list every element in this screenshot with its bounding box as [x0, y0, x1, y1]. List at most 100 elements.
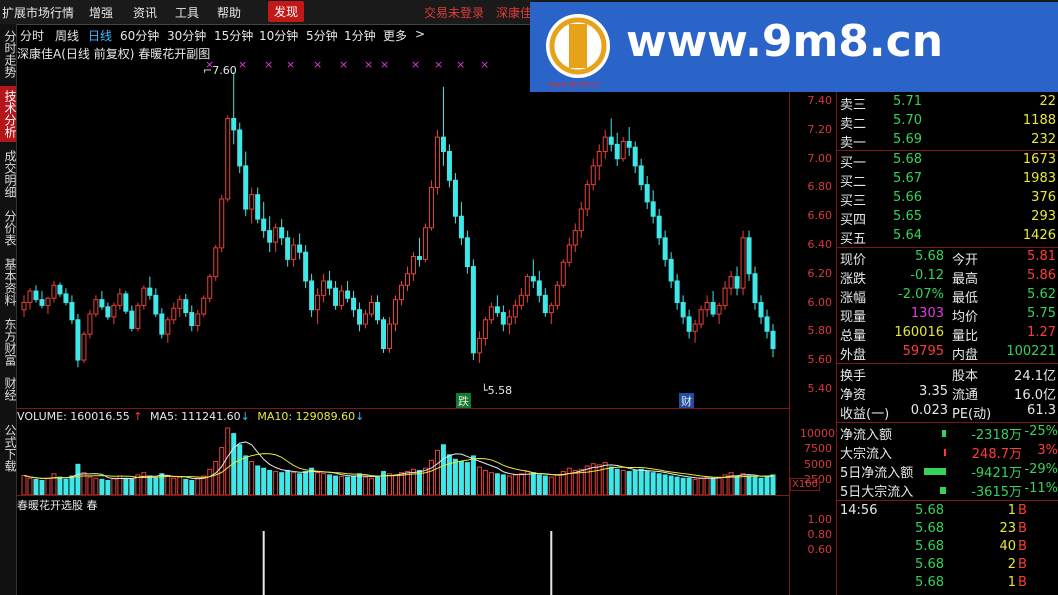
x-marker: × [264, 58, 274, 71]
volume-bar [680, 477, 686, 496]
volume-bar [27, 477, 33, 496]
candle [638, 158, 644, 191]
trade-login-status[interactable]: 交易未登录 [424, 4, 484, 21]
tab-finance[interactable]: 财经 [0, 374, 17, 404]
candle [572, 223, 578, 253]
candle [159, 308, 165, 339]
period-weekly[interactable]: 周线 [55, 27, 79, 44]
bid-volume: 1983 [1022, 171, 1056, 186]
panel-separator [836, 422, 1058, 423]
candle [165, 316, 171, 343]
tab-trade-detail[interactable]: 成交明细 [0, 146, 17, 202]
period-10min[interactable]: 10分钟 [259, 27, 298, 44]
period-next-arrow[interactable]: > [415, 27, 425, 41]
flow-row: 大宗流入 248.7万 3% [836, 443, 1058, 462]
fin-label: 换手 [840, 369, 867, 384]
volume-label: VOLUME: 160016.55 ↑ MA5: 111241.60↓ MA10… [17, 410, 365, 423]
menu-item-discover[interactable]: 发现 [268, 1, 305, 22]
period-15min[interactable]: 15分钟 [214, 27, 253, 44]
volume-bar [686, 477, 692, 496]
price-tick: 7.20 [807, 122, 833, 136]
stat-value-2: 5.86 [1027, 268, 1056, 283]
marker-die[interactable]: 跌 [456, 393, 471, 409]
volume-bar [99, 478, 105, 496]
candle [249, 187, 255, 224]
volume-bar [620, 469, 626, 496]
volume-bar [303, 471, 309, 496]
candle [183, 293, 189, 317]
volume-bar [363, 476, 369, 496]
bid-row: 买一 5.68 1673 [836, 152, 1058, 171]
candle [219, 194, 225, 253]
period-more[interactable]: 更多 [383, 27, 407, 44]
volume-bar [171, 477, 177, 496]
price-tick: 7.40 [807, 94, 833, 108]
panel-separator [836, 363, 1058, 364]
bid-volume: 1673 [1022, 152, 1056, 167]
volume-bar [704, 476, 710, 496]
period-1min[interactable]: 1分钟 [344, 27, 376, 44]
price-tick: 6.00 [807, 295, 833, 309]
candle [500, 305, 506, 332]
stat-label-2: 均价 [952, 310, 979, 325]
tab-formula-download[interactable]: 公式下载 [0, 420, 17, 476]
candle [225, 115, 231, 202]
volume-bar [536, 474, 542, 496]
volume-bar [339, 476, 345, 496]
menu-item-tools[interactable]: 工具 [175, 4, 199, 21]
candle [195, 309, 201, 332]
tab-intraday[interactable]: 分时走势 [0, 26, 17, 82]
period-daily[interactable]: 日线 [88, 27, 112, 44]
tab-eastmoney[interactable]: 东方财富 [0, 314, 17, 370]
period-60min[interactable]: 60分钟 [120, 27, 159, 44]
candle [452, 173, 458, 224]
tab-basic-info[interactable]: 基本资料 [0, 254, 17, 310]
tab-technical-analysis[interactable]: 技术分析 [0, 86, 17, 142]
menu-item-news[interactable]: 资讯 [133, 4, 157, 21]
tick-side: B [1018, 557, 1027, 572]
candle [57, 282, 63, 297]
ask-price: 5.70 [893, 113, 922, 128]
volume-bar [321, 473, 327, 496]
candle [422, 223, 428, 263]
volume-bar [602, 462, 608, 496]
volume-bar [345, 476, 351, 496]
volume-bar [369, 477, 375, 496]
bid-volume: 1426 [1022, 228, 1056, 243]
candle [560, 259, 566, 289]
candle [309, 273, 315, 317]
bid-price: 5.66 [893, 190, 922, 205]
candle [171, 302, 177, 325]
volume-bar [566, 467, 572, 496]
volume-bar [207, 468, 213, 496]
tick-row: 5.68 40 B [836, 539, 1058, 558]
candle [69, 295, 75, 325]
tick-price: 5.68 [915, 539, 944, 554]
volume-tick: 5000 [804, 457, 832, 471]
fin-row: 换手 股本 24.1亿 [836, 365, 1058, 384]
tab-price-table[interactable]: 分价表 [0, 206, 17, 250]
kline-chart[interactable] [17, 44, 789, 595]
menu-item-expanded-market[interactable]: 扩展市场行情 [2, 4, 74, 21]
marker-cai[interactable]: 财 [679, 393, 694, 409]
period-30min[interactable]: 30分钟 [167, 27, 206, 44]
volume-bar [494, 473, 500, 496]
volume-bar [195, 477, 201, 496]
volume-bar [614, 468, 620, 496]
fin-value-2: 24.1亿 [1014, 369, 1056, 384]
volume-bar [69, 475, 75, 496]
fin-value-2: 16.0亿 [1014, 388, 1056, 403]
candle [375, 295, 381, 325]
x-marker: × [411, 58, 421, 71]
stat-row: 现价 5.68 今开 5.81 [836, 249, 1058, 268]
ask-volume: 232 [1031, 132, 1056, 147]
volume-bar [662, 474, 668, 496]
panel-separator [836, 247, 1058, 248]
bid-row: 买四 5.65 293 [836, 209, 1058, 228]
period-intraday[interactable]: 分时 [20, 27, 44, 44]
candle [692, 319, 698, 343]
menu-item-enhance[interactable]: 增强 [89, 4, 113, 21]
menu-item-help[interactable]: 帮助 [217, 4, 241, 21]
bid-price: 5.68 [893, 152, 922, 167]
period-5min[interactable]: 5分钟 [306, 27, 338, 44]
